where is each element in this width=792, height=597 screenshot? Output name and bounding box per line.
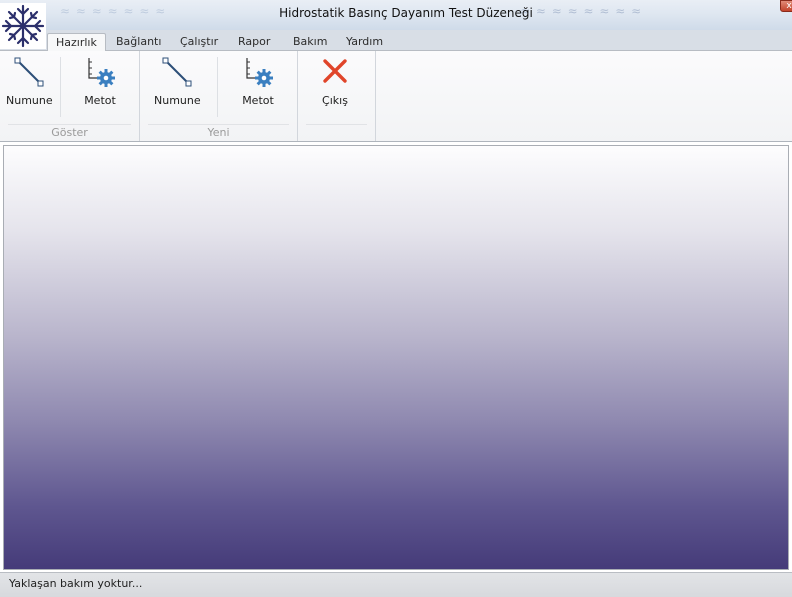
- axis-gear-icon: [246, 58, 273, 87]
- exit-label: Çıkış: [322, 94, 348, 107]
- goster-numune-label: Numune: [6, 94, 53, 107]
- ribbon-separator: [60, 57, 61, 117]
- title-bar: ≈ ≈ ≈ ≈ ≈ ≈ ≈ ≈ ≈ ≈ ≈ ≈ ≈ ≈ ≈ Hidrostati…: [0, 0, 792, 30]
- line-segment-icon: [14, 57, 44, 87]
- tab-rapor[interactable]: Rapor: [230, 33, 278, 51]
- main-workspace: [3, 145, 789, 570]
- group-label-goster: Göster: [51, 126, 88, 139]
- red-x-icon: [323, 59, 347, 83]
- status-text: Yaklaşan bakım yoktur...: [9, 577, 143, 590]
- yeni-numune-button[interactable]: Numune: [154, 53, 201, 111]
- snowflake-icon: [1, 4, 45, 48]
- app-menu-button[interactable]: [0, 3, 46, 49]
- goster-metot-label: Metot: [84, 94, 116, 107]
- tab-baglanti[interactable]: Bağlantı: [108, 33, 169, 51]
- window-title: Hidrostatik Basınç Dayanım Test Düzeneği: [279, 6, 533, 20]
- group-divider: [148, 124, 289, 125]
- close-button[interactable]: x: [780, 0, 792, 12]
- group-divider: [8, 124, 131, 125]
- goster-numune-button[interactable]: Numune: [6, 53, 53, 111]
- ribbon-separator: [217, 57, 218, 117]
- yeni-numune-label: Numune: [154, 94, 201, 107]
- tab-yardim[interactable]: Yardım: [338, 33, 391, 51]
- yeni-metot-button[interactable]: Metot: [234, 53, 282, 111]
- ribbon-group-exit: Çıkış: [298, 51, 376, 141]
- goster-metot-button[interactable]: Metot: [76, 53, 124, 111]
- ribbon-panel: Numune Metot Göster Numune Metot Yeni Çı…: [0, 51, 792, 142]
- group-divider: [306, 124, 367, 125]
- exit-button[interactable]: Çıkış: [312, 53, 358, 111]
- group-label-yeni: Yeni: [207, 126, 230, 139]
- line-segment-icon: [162, 57, 192, 87]
- tab-hazirlik[interactable]: Hazırlık: [47, 33, 106, 52]
- ribbon-group-yeni: Numune Metot Yeni: [140, 51, 298, 141]
- yeni-metot-label: Metot: [242, 94, 274, 107]
- status-bar: Yaklaşan bakım yoktur...: [0, 572, 792, 597]
- tab-calistir[interactable]: Çalıştır: [172, 33, 226, 51]
- axis-gear-icon: [88, 58, 115, 87]
- ribbon-tabs: Hazırlık Bağlantı Çalıştır Rapor Bakım Y…: [0, 30, 792, 52]
- ribbon-group-goster: Numune Metot Göster: [0, 51, 140, 141]
- tab-bakim[interactable]: Bakım: [285, 33, 335, 51]
